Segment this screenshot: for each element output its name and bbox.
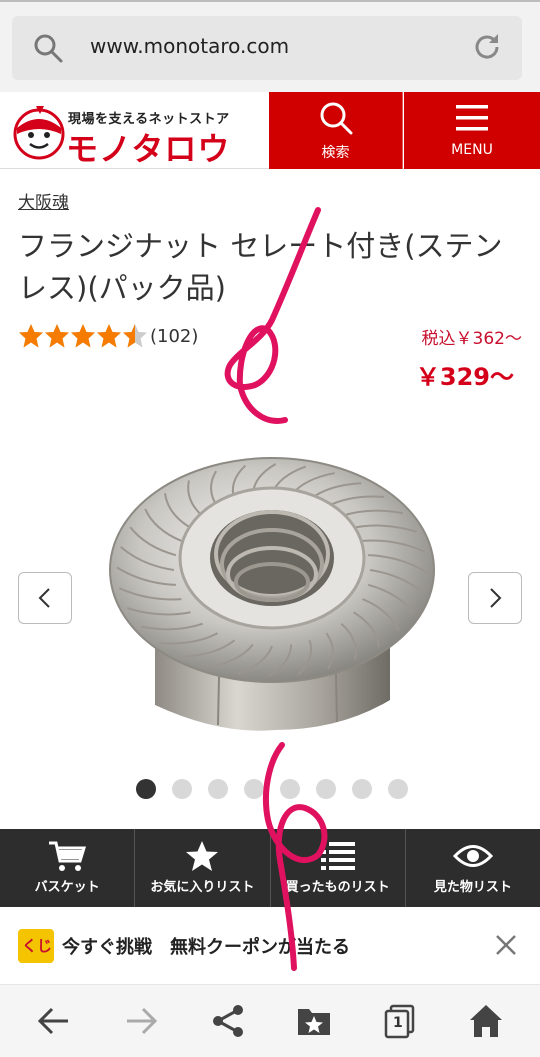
gallery-dots [136, 779, 408, 799]
menu-label: MENU [451, 142, 493, 158]
price-tax-included: 税込￥362～ [421, 329, 522, 349]
hamburger-icon [456, 105, 488, 131]
gallery-dot[interactable] [388, 779, 408, 799]
star-icon [123, 324, 147, 348]
mascot-icon [13, 106, 65, 160]
share-icon[interactable] [210, 1003, 246, 1039]
star-icon [45, 324, 69, 348]
product-title: フランジナット セレート付き(ステンレス)(パック品) [18, 229, 503, 305]
app-bottom-nav: バスケット お気に入りリスト 買ったものリスト 見た物リスト [0, 829, 540, 907]
product-rating[interactable]: (102) [18, 322, 198, 350]
tabs-icon[interactable]: 1 [382, 1003, 418, 1039]
banner-text[interactable]: 今すぐ挑戦 無料クーポンが当たる [62, 933, 350, 959]
gallery-next-button[interactable] [468, 572, 522, 624]
nav-purchased[interactable]: 買ったものリスト [271, 829, 406, 907]
chevron-right-icon [490, 588, 502, 608]
gallery-dot[interactable] [280, 779, 300, 799]
product-brand-link[interactable]: 大阪魂 [18, 188, 69, 213]
browser-bottom-bar: 1 [0, 985, 540, 1057]
nav-favorites[interactable]: お気に入りリスト [135, 829, 271, 907]
coupon-banner[interactable]: くじ 今すぐ挑戦 無料クーポンが当たる [0, 907, 540, 985]
rating-stars [18, 323, 148, 349]
price: ￥329～ [415, 363, 514, 391]
header-search-button[interactable]: 検索 [269, 92, 403, 169]
product-image-gallery [0, 400, 540, 820]
star-icon [19, 324, 43, 348]
nav-purchased-label: 買ったものリスト [285, 880, 390, 895]
forward-arrow-icon[interactable] [123, 1003, 159, 1039]
gallery-dot[interactable] [352, 779, 372, 799]
monotaro-logo[interactable]: 現場を支えるネットストア モノタロウ [10, 98, 250, 168]
star-icon [97, 324, 121, 348]
site-header: 現場を支えるネットストア モノタロウ 検索 MENU [0, 92, 540, 169]
gallery-dot[interactable] [316, 779, 336, 799]
star-icon [71, 324, 95, 348]
close-icon[interactable] [494, 933, 518, 957]
address-bar[interactable]: www.monotaro.com [12, 16, 522, 80]
nav-favorites-label: お気に入りリスト [150, 880, 255, 895]
review-count[interactable]: (102) [150, 326, 198, 347]
star-icon [186, 841, 219, 871]
bookmark-folder-icon[interactable] [296, 1003, 332, 1039]
gallery-prev-button[interactable] [18, 572, 72, 624]
search-icon [34, 34, 63, 63]
header-menu-button[interactable]: MENU [404, 92, 540, 169]
gallery-dot[interactable] [136, 779, 156, 799]
nav-basket-label: バスケット [34, 880, 100, 895]
home-icon[interactable] [468, 1003, 504, 1039]
browser-toolbar: www.monotaro.com [0, 0, 540, 92]
logo-brand: モノタロウ [66, 130, 231, 168]
cart-icon [49, 841, 87, 871]
gallery-dot[interactable] [172, 779, 192, 799]
chevron-left-icon [38, 588, 50, 608]
product-image[interactable] [100, 430, 440, 750]
back-arrow-icon[interactable] [36, 1003, 72, 1039]
reload-icon[interactable] [470, 30, 504, 64]
gallery-dot[interactable] [208, 779, 228, 799]
nav-viewed[interactable]: 見た物リスト [406, 829, 540, 907]
kuji-icon: くじ [18, 929, 54, 963]
gallery-dot[interactable] [244, 779, 264, 799]
url-text[interactable]: www.monotaro.com [90, 34, 289, 58]
search-icon [320, 102, 352, 135]
kuji-icon-text: くじ [22, 937, 53, 955]
nav-viewed-label: 見た物リスト [433, 880, 512, 895]
nav-basket[interactable]: バスケット [0, 829, 136, 907]
eye-icon [452, 845, 493, 867]
tabs-count: 1 [393, 1015, 403, 1031]
list-icon [320, 842, 355, 870]
search-label: 検索 [321, 145, 350, 161]
